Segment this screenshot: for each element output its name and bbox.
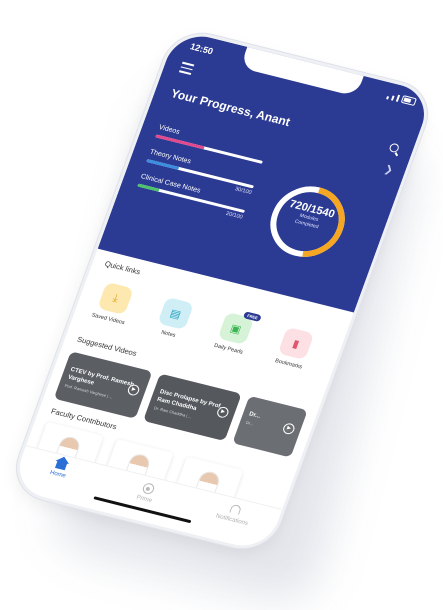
- quick-link-label: Daily Pearls: [213, 342, 244, 356]
- battery-icon: [400, 95, 417, 107]
- quick-links-title: Quick links: [103, 259, 142, 277]
- video-card[interactable]: CTEV by Prof. Ramesh Varghese Prof. Rames…: [53, 351, 153, 419]
- quick-link-tile: ▣ FREE: [217, 311, 262, 346]
- status-time: 12:50: [188, 41, 215, 57]
- prime-icon: [140, 481, 156, 495]
- pearls-icon: ▣: [228, 322, 243, 336]
- quick-link[interactable]: ▣ FREE Daily Pearls: [202, 309, 266, 358]
- page-title: Your Progress, Anant: [168, 86, 293, 129]
- status-icons: [386, 91, 417, 107]
- signal-icon: [386, 96, 390, 100]
- nav-notifications[interactable]: Notifications: [202, 498, 267, 530]
- nav-prime-label: Prime: [135, 494, 153, 505]
- quick-link[interactable]: ▮ Bookmarks: [262, 324, 326, 373]
- quick-link-label: Bookmarks: [274, 358, 303, 371]
- quick-link-label: Saved Videos: [90, 312, 126, 327]
- hamburger-menu-icon[interactable]: [178, 61, 195, 78]
- chevron-right-icon[interactable]: ❯: [383, 164, 395, 176]
- bookmark-icon: ▮: [290, 337, 301, 351]
- notes-icon: ▤: [168, 307, 183, 321]
- quick-link[interactable]: ⤓ Saved Videos: [82, 279, 146, 328]
- quick-link[interactable]: ▤ Notes: [142, 294, 206, 343]
- quick-link-label: Notes: [160, 329, 177, 339]
- nav-home[interactable]: Home: [28, 454, 92, 485]
- download-icon: ⤓: [111, 291, 121, 305]
- quick-link-tile: ▤: [157, 296, 195, 331]
- signal-icon: [395, 94, 401, 102]
- quick-link-tile: ⤓: [97, 281, 134, 316]
- free-badge: FREE: [243, 311, 262, 322]
- video-card[interactable]: Dr... Dr... ▶: [232, 395, 308, 458]
- progress-count: 20/100: [225, 210, 244, 221]
- video-card[interactable]: Disc Prolapse by Prof. Ram Chaddha Dr. Ra…: [143, 373, 242, 442]
- search-icon[interactable]: [388, 142, 401, 154]
- nav-notifications-label: Notifications: [214, 513, 249, 527]
- signal-icon: [390, 95, 395, 101]
- quick-link-tile: ▮: [277, 326, 315, 361]
- bell-icon: [229, 503, 243, 515]
- nav-home-label: Home: [48, 469, 67, 480]
- home-icon: [54, 460, 68, 471]
